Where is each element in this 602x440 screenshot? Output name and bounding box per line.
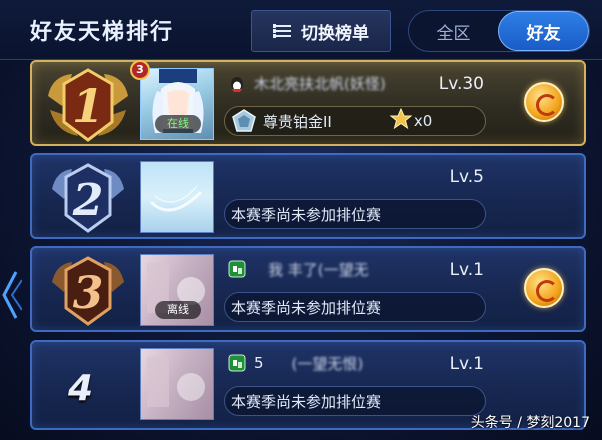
platinum-tier-icon bbox=[232, 109, 256, 132]
rank-number-1: 1 bbox=[72, 79, 104, 133]
tab-all-server[interactable]: 全区 bbox=[409, 11, 498, 51]
avatar[interactable]: 离线 bbox=[140, 254, 214, 326]
rank-tier-pill: 本赛季尚未参加排位赛 bbox=[224, 292, 486, 322]
rank-tier-pill: 本赛季尚未参加排位赛 bbox=[224, 386, 486, 416]
invite-game-button[interactable] bbox=[524, 268, 564, 308]
bronze-rank-badge-icon: 3 bbox=[52, 256, 124, 326]
player-level: Lv.5 bbox=[449, 167, 484, 187]
silver-rank-badge-icon: 2 bbox=[52, 163, 124, 233]
scope-tabs: 全区 好友 bbox=[408, 10, 590, 52]
avatar[interactable] bbox=[140, 161, 214, 233]
player-level: Lv.1 bbox=[449, 260, 484, 280]
switch-list-button[interactable]: 切换榜单 bbox=[251, 10, 391, 52]
header-bar: 好友天梯排行 切换榜单 全区 好友 bbox=[0, 0, 602, 60]
player-name-line: 我 丰了(一望无 bbox=[228, 258, 369, 280]
player-name-line: 5 (一望无恨) bbox=[228, 352, 363, 374]
online-status: 在线 bbox=[155, 115, 201, 133]
wechat-icon bbox=[228, 260, 246, 278]
player-name: (一望无恨) bbox=[291, 354, 364, 373]
switch-list-label: 切换榜单 bbox=[301, 23, 369, 44]
invite-game-button[interactable] bbox=[524, 82, 564, 122]
rank-row-1[interactable]: 1 在线 3 木北亮扶北帆(妖怪) Lv.30 尊贵铂金II x0 bbox=[30, 60, 586, 146]
rank-number-3: 3 bbox=[73, 268, 104, 319]
star-count: x0 bbox=[413, 112, 433, 130]
player-level-badge: 3 bbox=[130, 60, 150, 80]
watermark: 头条号 / 梦刻2017 bbox=[470, 415, 590, 431]
avatar-art bbox=[147, 357, 205, 407]
player-name: 木北亮扶北帆(妖怪) bbox=[254, 74, 386, 93]
rank-number-4: 4 bbox=[68, 368, 94, 409]
wechat-icon bbox=[228, 354, 246, 372]
tier-name: 本赛季尚未参加排位赛 bbox=[231, 392, 382, 411]
rank-number-2: 2 bbox=[72, 175, 104, 226]
rank-tier-pill: 本赛季尚未参加排位赛 bbox=[224, 199, 486, 229]
player-name-prefix: 5 bbox=[254, 354, 264, 372]
gold-rank-badge-icon: 1 bbox=[48, 68, 128, 142]
player-name: 我 丰了(一望无 bbox=[268, 260, 369, 279]
player-level: Lv.30 bbox=[438, 74, 484, 94]
offline-status: 离线 bbox=[155, 301, 201, 319]
player-name-line: 木北亮扶北帆(妖怪) bbox=[228, 72, 386, 94]
rank-row-3[interactable]: 3 离线 我 丰了(一望无 Lv.1 本赛季尚未参加排位赛 bbox=[30, 246, 586, 332]
avatar-art bbox=[149, 185, 203, 212]
rank-tier-pill: 尊贵铂金II x0 bbox=[224, 106, 486, 136]
tier-name: 本赛季尚未参加排位赛 bbox=[231, 298, 382, 317]
star-icon bbox=[389, 107, 413, 134]
rank-row-2[interactable]: 2 Lv.5 本赛季尚未参加排位赛 bbox=[30, 153, 586, 239]
avatar[interactable]: 在线 bbox=[140, 68, 214, 140]
tab-friends[interactable]: 好友 bbox=[498, 11, 589, 51]
avatar[interactable] bbox=[140, 348, 214, 420]
list-icon bbox=[273, 24, 291, 38]
page-title: 好友天梯排行 bbox=[30, 20, 175, 45]
chevron-left-icon[interactable] bbox=[0, 270, 22, 320]
player-level: Lv.1 bbox=[449, 354, 484, 374]
qq-penguin-icon bbox=[231, 77, 243, 92]
tier-name: 本赛季尚未参加排位赛 bbox=[231, 205, 382, 224]
tier-name: 尊贵铂金II bbox=[263, 112, 332, 131]
